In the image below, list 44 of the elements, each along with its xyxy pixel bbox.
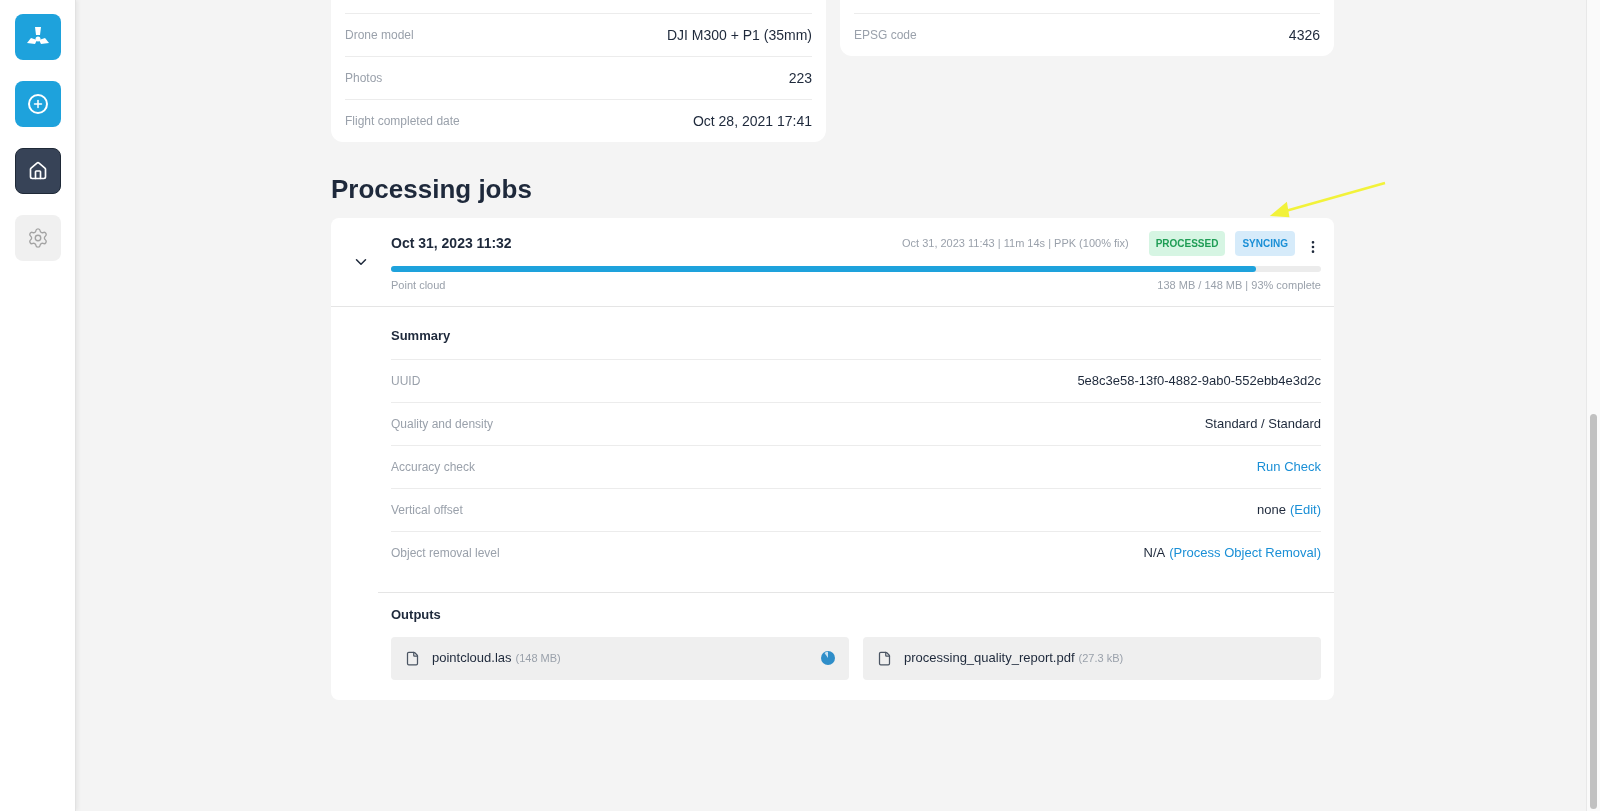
action-link[interactable]: (Edit) [1289,500,1321,520]
file-size: (148 MB) [515,650,561,666]
field-value: 5e8c3e58-13f0-4882-9ab0-552ebb4e3d2c [1077,372,1321,391]
output-file[interactable]: processing_quality_report.pdf (27.3 kB) [863,636,1321,680]
progress-label: Point cloud [391,278,446,293]
field-label: Object removal level [391,545,500,562]
file-icon [877,650,892,666]
field-label: EPSG code [854,27,917,44]
add-button[interactable] [14,81,61,127]
field-label: Photos [345,70,383,87]
field-label: UUID [391,373,421,390]
field-label: Vertical offset [391,502,463,519]
field-value: 4326 [1288,25,1320,45]
app-logo[interactable] [14,14,61,60]
action-link[interactable]: Run Check [1256,457,1321,477]
file-name: processing_quality_report.pdf [904,649,1075,668]
field-value: Oct 28, 2021 17:41 [692,111,812,131]
field-value: none [1257,501,1286,520]
field-value: 223 [788,68,812,88]
settings-icon [26,227,49,249]
home-icon [27,161,48,181]
file-name: pointcloud.las [432,649,512,668]
field-value: Standard / Standard [1204,415,1321,434]
subsection-title: Summary [391,327,451,346]
field-label: Drone model [345,27,414,44]
section-heading: Processing jobs [331,173,532,206]
field-value: N/A [1143,544,1166,563]
file-icon [405,650,420,666]
job-meta: Oct 31, 2023 11:43 | 11m 14s | PPK (100% fix) [902,235,1129,251]
action-link[interactable]: (Process Object Removal) [1169,543,1321,563]
field-label: Flight completed date [345,113,460,130]
field-label: Quality and density [391,416,494,433]
job-title: Oct 31, 2023 11:32 [391,233,512,253]
status-badge: PROCESSED [1148,230,1226,256]
output-file[interactable]: pointcloud.las (148 MB) [391,636,849,680]
file-size: (27.3 kB) [1078,650,1124,666]
progress-reading: 138 MB / 148 MB | 93% complete [1157,278,1321,293]
scrollbar-thumb[interactable] [1590,414,1597,809]
field-value: DJI M300 + P1 (35mm) [666,25,812,45]
status-badge: SYNCING [1235,230,1295,256]
settings-button[interactable] [14,215,61,261]
home-button[interactable] [14,148,61,194]
subsection-title: Outputs [391,606,441,624]
field-label: Accuracy check [391,459,476,476]
